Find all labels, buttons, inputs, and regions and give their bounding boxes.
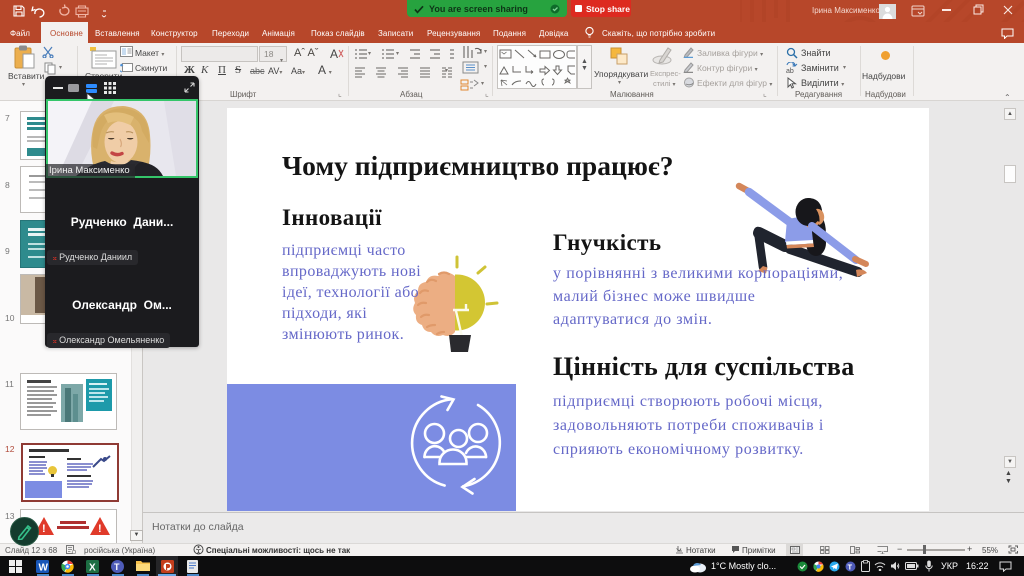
svg-text:!: ! — [42, 523, 46, 535]
svg-text:ab: ab — [786, 68, 794, 74]
svg-text:T: T — [848, 563, 853, 572]
svg-text:!: ! — [98, 523, 102, 535]
svg-text:T: T — [114, 562, 120, 572]
svg-text:A: A — [330, 47, 338, 60]
svg-text:W: W — [39, 563, 49, 574]
svg-text:X: X — [89, 563, 96, 574]
